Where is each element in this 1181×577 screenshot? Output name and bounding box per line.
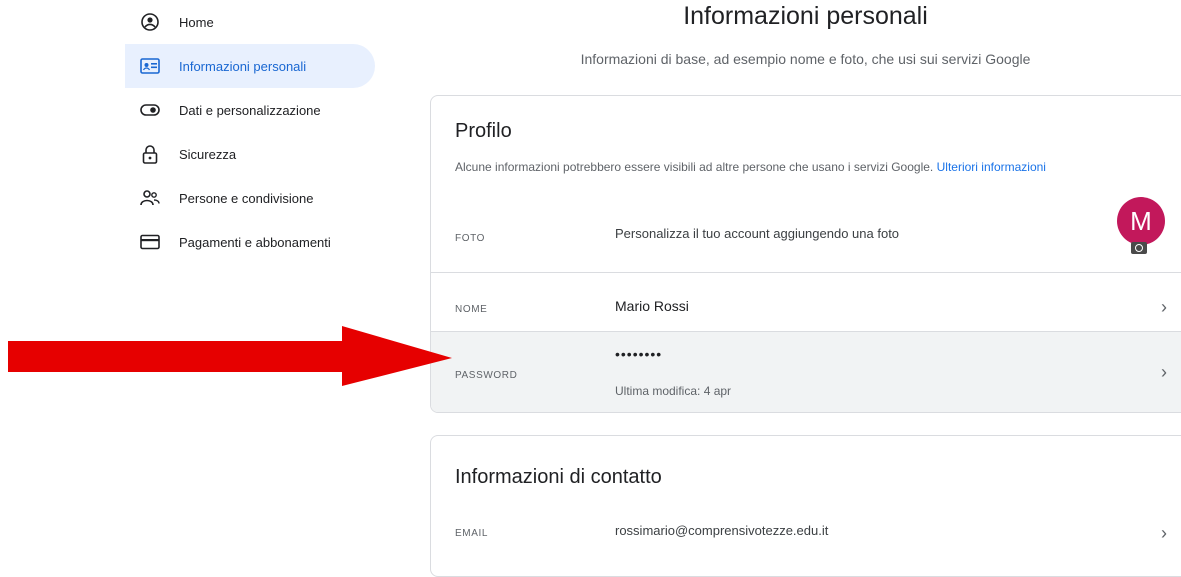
profile-description-text: Alcune informazioni potrebbero essere vi…	[455, 160, 934, 174]
account-circle-icon	[139, 11, 161, 33]
sidebar-item-home[interactable]: Home	[125, 0, 375, 44]
nome-value: Mario Rossi	[615, 298, 689, 314]
profile-card: Profilo Alcune informazioni potrebbero e…	[430, 95, 1181, 413]
email-key: EMAIL	[455, 528, 489, 539]
profile-title: Profilo	[455, 120, 512, 142]
sidebar-item-sicurezza[interactable]: Sicurezza	[125, 132, 375, 176]
profile-row-foto[interactable]: FOTO Personalizza il tuo account aggiung…	[431, 196, 1181, 280]
email-value: rossimario@comprensivotezze.edu.it	[615, 523, 829, 538]
profile-row-password[interactable]: PASSWORD •••••••• Ultima modifica: 4 apr…	[431, 331, 1181, 412]
sidebar-item-label: Persone e condivisione	[179, 190, 314, 206]
page-title: Informazioni personali	[683, 2, 928, 30]
sidebar-item-label: Informazioni personali	[179, 58, 307, 74]
sidebar-item-label: Dati e personalizzazione	[179, 102, 321, 118]
password-key: PASSWORD	[455, 370, 518, 381]
sidebar-item-label: Home	[179, 14, 214, 30]
foto-value: Personalizza il tuo account aggiungendo …	[615, 226, 900, 241]
sidebar-item-persone-e-condivisione[interactable]: Persone e condivisione	[125, 176, 375, 220]
profile-description: Alcune informazioni potrebbero essere vi…	[455, 160, 1046, 174]
chevron-right-icon: ›	[1161, 362, 1167, 382]
password-value: ••••••••	[615, 346, 663, 362]
people-icon	[139, 187, 161, 209]
credit-card-icon	[139, 231, 161, 253]
camera-icon	[1131, 242, 1147, 254]
sidebar-item-dati-e-personalizzazione[interactable]: Dati e personalizzazione	[125, 88, 375, 132]
id-card-icon	[139, 55, 161, 77]
learn-more-link[interactable]: Ulteriori informazioni	[937, 160, 1046, 174]
sidebar: Home Informazioni personali Dati e perso…	[125, 0, 375, 264]
chevron-right-icon: ›	[1161, 297, 1167, 317]
password-last-modified: Ultima modifica: 4 apr	[615, 384, 732, 398]
sidebar-item-pagamenti-e-abbonamenti[interactable]: Pagamenti e abbonamenti	[125, 220, 375, 264]
avatar[interactable]: M	[1117, 197, 1165, 245]
sidebar-item-label: Pagamenti e abbonamenti	[179, 234, 331, 250]
contact-title: Informazioni di contatto	[455, 466, 662, 488]
annotation-arrow-icon	[8, 326, 452, 386]
toggle-icon	[139, 99, 161, 121]
foto-key: FOTO	[455, 233, 485, 244]
profile-row-nome[interactable]: NOME Mario Rossi ›	[431, 272, 1181, 331]
chevron-right-icon: ›	[1161, 523, 1167, 543]
contact-card: Informazioni di contatto EMAIL rossimari…	[430, 435, 1181, 577]
lock-icon	[139, 143, 161, 165]
page-subtitle: Informazioni di base, ad esempio nome e …	[580, 51, 1031, 67]
sidebar-item-informazioni-personali[interactable]: Informazioni personali	[125, 44, 375, 88]
sidebar-item-label: Sicurezza	[179, 146, 237, 162]
contact-row-email[interactable]: EMAIL rossimario@comprensivotezze.edu.it…	[431, 514, 1181, 564]
nome-key: NOME	[455, 304, 488, 315]
